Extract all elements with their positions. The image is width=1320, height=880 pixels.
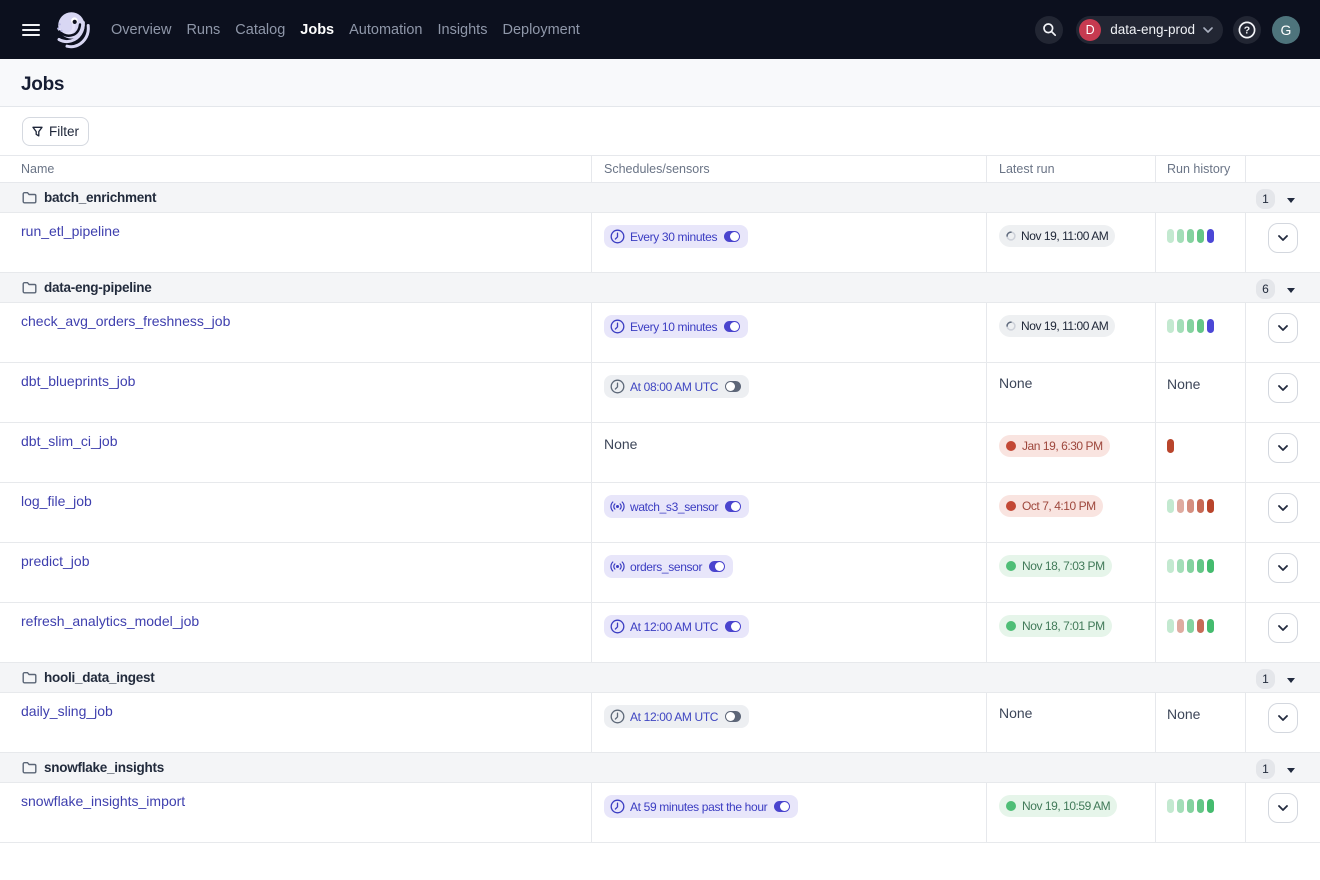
svg-text:?: ? [1244, 24, 1250, 36]
